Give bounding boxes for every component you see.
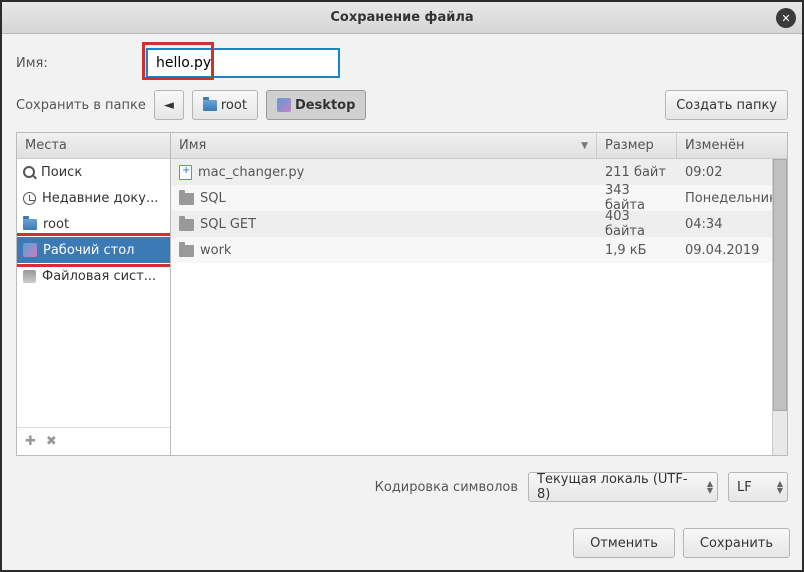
save-button[interactable]: Сохранить <box>683 528 790 558</box>
lineending-select[interactable]: LF ▲▼ <box>728 472 788 502</box>
sidebar-item-label: Файловая сист... <box>42 269 156 284</box>
save-file-dialog: Сохранение файла ✕ Имя: Сохранить в папк… <box>0 0 804 572</box>
main-area: Места Поиск Недавние доку... root <box>16 132 788 456</box>
column-modified[interactable]: Изменён <box>677 133 787 158</box>
folder-icon <box>179 193 194 205</box>
file-name: mac_changer.py <box>198 165 304 180</box>
sidebar-item-root[interactable]: root <box>17 211 170 237</box>
filename-input-wrapper <box>146 48 788 78</box>
places-sidebar: Места Поиск Недавние доку... root <box>16 132 171 456</box>
file-row[interactable]: mac_changer.py 211 байт 09:02 <box>171 159 787 185</box>
save-in-label: Сохранить в папке <box>16 98 146 113</box>
path-row: Сохранить в папке ◄ root Desktop Создать… <box>16 90 788 120</box>
path-back-button[interactable]: ◄ <box>154 90 184 120</box>
create-folder-button[interactable]: Создать папку <box>665 90 788 120</box>
spinner-icon: ▲▼ <box>777 480 783 494</box>
desktop-icon <box>277 98 291 112</box>
sidebar-item-recent[interactable]: Недавние доку... <box>17 185 170 211</box>
folder-icon <box>179 219 194 231</box>
sidebar-item-desktop[interactable]: Рабочий стол <box>17 237 170 263</box>
dialog-title: Сохранение файла <box>330 10 473 25</box>
vertical-scrollbar[interactable] <box>772 159 787 455</box>
dialog-content: Имя: Сохранить в папке ◄ root Desktop Со… <box>2 34 802 520</box>
file-icon <box>179 165 192 180</box>
sort-indicator-icon: ▼ <box>581 141 588 151</box>
encoding-row: Кодировка символов Текущая локаль (UTF-8… <box>16 468 788 506</box>
sidebar-item-label: root <box>43 217 69 232</box>
file-pane: Имя ▼ Размер Изменён mac_changer.py 211 … <box>171 132 788 456</box>
sidebar-item-label: Поиск <box>41 165 82 180</box>
scrollbar-thumb[interactable] <box>773 159 787 411</box>
column-name-label: Имя <box>179 138 206 153</box>
file-name: work <box>200 243 231 258</box>
file-name: SQL <box>200 191 226 206</box>
file-modified: 09:02 <box>677 165 787 180</box>
action-row: Отменить Сохранить <box>2 520 802 570</box>
sidebar-item-label: Рабочий стол <box>43 243 134 258</box>
file-header: Имя ▼ Размер Изменён <box>171 133 787 159</box>
filename-row: Имя: <box>16 48 788 78</box>
sidebar-footer: ✚ ✖ <box>17 427 170 455</box>
sidebar-item-label: Недавние доку... <box>42 191 158 206</box>
disk-icon <box>23 270 36 283</box>
filename-label: Имя: <box>16 56 136 71</box>
column-name[interactable]: Имя ▼ <box>171 133 597 158</box>
breadcrumb-desktop[interactable]: Desktop <box>266 90 366 120</box>
file-row[interactable]: SQL 343 байта Понедельник <box>171 185 787 211</box>
encoding-label: Кодировка символов <box>375 480 518 495</box>
file-row[interactable]: work 1,9 кБ 09.04.2019 <box>171 237 787 263</box>
search-icon <box>23 166 35 178</box>
breadcrumb-root[interactable]: root <box>192 90 258 120</box>
file-list: mac_changer.py 211 байт 09:02 SQL 343 ба… <box>171 159 787 455</box>
sidebar-item-search[interactable]: Поиск <box>17 159 170 185</box>
close-button[interactable]: ✕ <box>776 8 796 28</box>
cancel-button[interactable]: Отменить <box>573 528 675 558</box>
column-size[interactable]: Размер <box>597 133 677 158</box>
file-modified: 09.04.2019 <box>677 243 787 258</box>
file-size: 211 байт <box>597 165 677 180</box>
filename-input[interactable] <box>146 48 340 78</box>
encoding-value: Текущая локаль (UTF-8) <box>537 472 693 502</box>
lineending-value: LF <box>737 480 752 495</box>
folder-icon <box>179 245 194 257</box>
titlebar: Сохранение файла ✕ <box>2 2 802 34</box>
file-modified: Понедельник <box>677 191 787 206</box>
clock-icon <box>23 192 36 205</box>
spinner-icon: ▲▼ <box>707 480 713 494</box>
desktop-icon <box>23 243 37 257</box>
breadcrumb-desktop-label: Desktop <box>295 98 355 113</box>
places-header: Места <box>17 133 170 159</box>
sidebar-item-desktop-wrapper: Рабочий стол <box>17 237 170 263</box>
add-bookmark-button[interactable]: ✚ <box>25 434 36 449</box>
file-row[interactable]: SQL GET 403 байта 04:34 <box>171 211 787 237</box>
folder-icon <box>23 219 37 230</box>
sidebar-item-filesystem[interactable]: Файловая сист... <box>17 263 170 289</box>
file-size: 403 байта <box>597 209 677 239</box>
places-list: Поиск Недавние доку... root Рабочий стол <box>17 159 170 427</box>
file-modified: 04:34 <box>677 217 787 232</box>
breadcrumb-root-label: root <box>221 98 247 113</box>
remove-bookmark-button[interactable]: ✖ <box>46 434 57 449</box>
file-name: SQL GET <box>200 217 256 232</box>
encoding-select[interactable]: Текущая локаль (UTF-8) ▲▼ <box>528 472 718 502</box>
folder-icon <box>203 100 217 111</box>
file-size: 1,9 кБ <box>597 243 677 258</box>
